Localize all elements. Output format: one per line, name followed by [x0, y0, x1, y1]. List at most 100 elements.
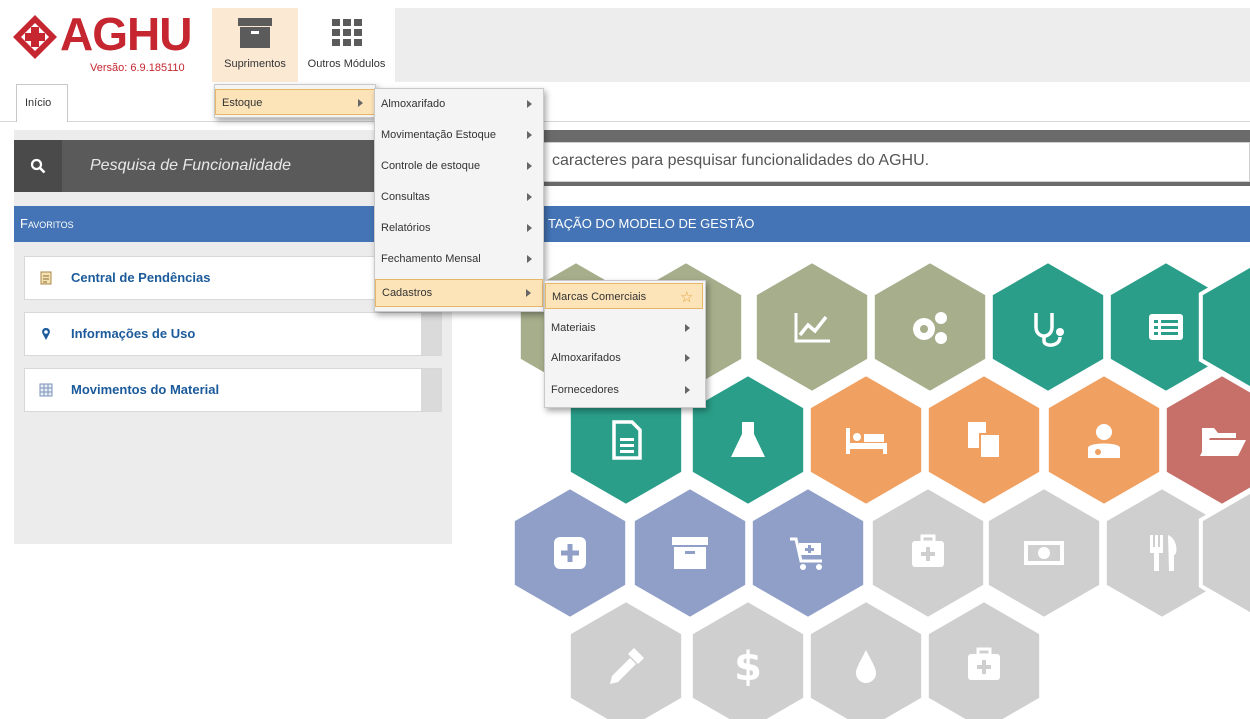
chevron-right-icon — [527, 255, 532, 263]
svg-text:$: $ — [734, 644, 762, 690]
module-label: Outros Módulos — [307, 58, 386, 70]
chevron-right-icon — [685, 386, 690, 394]
archive-box-icon — [238, 18, 272, 48]
hex-teal-edge-shape — [1198, 263, 1250, 391]
chevron-right-icon — [527, 131, 532, 139]
tab-bar: Início — [0, 82, 1250, 122]
hex-cart[interactable] — [748, 484, 868, 622]
chevron-right-icon — [685, 324, 690, 332]
hex-stethoscope-shape — [988, 258, 1108, 396]
menu-item-relatorios[interactable]: Relatórios — [375, 215, 543, 241]
clipboard-icon — [40, 271, 52, 285]
menu-item-materiais[interactable]: Materiais — [545, 315, 703, 341]
menu-item-label: Relatórios — [381, 222, 431, 234]
version-label: Versão: 6.9.185110 — [90, 62, 185, 74]
logo-cross-icon — [13, 15, 57, 59]
menu-item-fornecedores[interactable]: Fornecedores — [545, 377, 703, 403]
menu-item-marcas-comerciais[interactable]: Marcas Comerciais ☆ — [545, 283, 703, 309]
menu-item-cadastros[interactable]: Cadastros — [375, 279, 543, 307]
aghu-logo[interactable]: AGHU Versão: 6.9.185110 — [12, 8, 212, 74]
top-header: AGHU Versão: 6.9.185110 Suprimentos Outr… — [0, 0, 1250, 82]
hex-eyedropper-shape — [566, 597, 686, 719]
module-label: Suprimentos — [224, 58, 286, 70]
app-root: { "app": { "logo_text": "AGHU", "version… — [0, 0, 1250, 719]
hex-money[interactable] — [984, 484, 1104, 622]
hex-chart[interactable] — [752, 258, 872, 396]
menu-item-fechamento-mensal[interactable]: Fechamento Mensal — [375, 246, 543, 272]
menu-item-almoxarifados[interactable]: Almoxarifados — [545, 345, 703, 371]
hex-drop[interactable] — [806, 597, 926, 719]
favorite-item-movimentos-material[interactable]: Movimentos do Material — [24, 368, 442, 412]
list-icon — [1149, 314, 1183, 340]
menu-item-movimentacao-estoque[interactable]: Movimentação Estoque — [375, 122, 543, 148]
favorite-side-bar — [421, 369, 441, 411]
chevron-right-icon — [527, 193, 532, 201]
menu-item-label: Almoxarifado — [381, 98, 446, 110]
favorite-label: Movimentos do Material — [71, 382, 220, 397]
menu-item-estoque[interactable]: Estoque — [215, 89, 375, 115]
hex-archive[interactable] — [630, 484, 750, 622]
hex-medkit-2[interactable] — [924, 597, 1044, 719]
chevron-right-icon — [527, 100, 532, 108]
search-label: Pesquisa de Funcionalidade — [90, 157, 292, 174]
menu-item-label: Materiais — [551, 322, 596, 334]
hex-copy[interactable] — [924, 371, 1044, 509]
favorites-title: Favoritos — [20, 216, 74, 231]
menu-item-label: Movimentação Estoque — [381, 129, 496, 141]
favorite-item-informacoes-uso[interactable]: Informações de Uso — [24, 312, 442, 356]
hex-stethoscope[interactable] — [988, 258, 1108, 396]
favorite-label: Informações de Uso — [71, 326, 196, 341]
chevron-right-icon — [527, 224, 532, 232]
search-icon — [30, 158, 46, 174]
hex-gray-edge-shape — [1198, 489, 1250, 617]
hex-gears[interactable] — [870, 258, 990, 396]
menu-item-label: Cadastros — [382, 287, 433, 299]
archive-icon — [672, 537, 708, 569]
menu-level-1: Estoque — [214, 84, 376, 118]
menu-item-label: Fechamento Mensal — [381, 253, 481, 265]
management-title: tação do Modelo de Gestão — [548, 216, 755, 231]
hex-folder[interactable] — [1162, 371, 1250, 509]
favorite-side-bar — [421, 313, 441, 355]
hex-doctor[interactable] — [1044, 371, 1164, 509]
menu-item-controle-estoque[interactable]: Controle de estoque — [375, 153, 543, 179]
menu-item-almoxarifado[interactable]: Almoxarifado — [375, 91, 543, 117]
chevron-right-icon — [685, 354, 690, 362]
hex-medkit[interactable] — [868, 484, 988, 622]
menu-item-label: Fornecedores — [551, 384, 619, 396]
chevron-right-icon — [358, 99, 363, 107]
dollar-icon: $ — [734, 644, 762, 690]
hex-plus[interactable] — [510, 484, 630, 622]
logo-text: AGHU — [60, 8, 192, 60]
grid-icon — [331, 19, 362, 46]
hex-teal-edge[interactable] — [1198, 261, 1250, 393]
menu-item-label: Marcas Comerciais — [552, 291, 647, 303]
menu-level-2: Almoxarifado Movimentação Estoque Contro… — [374, 88, 544, 312]
hex-flask[interactable] — [688, 371, 808, 509]
module-outros-button[interactable]: Outros Módulos — [298, 8, 395, 82]
hex-eyedropper[interactable] — [566, 597, 686, 719]
search-button[interactable] — [14, 140, 62, 192]
favorite-label: Central de Pendências — [71, 270, 211, 285]
chevron-right-icon — [527, 162, 532, 170]
tab-inicio[interactable]: Início — [16, 84, 68, 122]
module-suprimentos-button[interactable]: Suprimentos — [212, 8, 298, 82]
hex-gray-edge[interactable] — [1198, 487, 1250, 619]
menu-item-consultas[interactable]: Consultas — [375, 184, 543, 210]
hex-bed[interactable] — [806, 371, 926, 509]
chevron-right-icon — [526, 289, 531, 297]
menu-item-label: Consultas — [381, 191, 430, 203]
menu-item-label: Almoxarifados — [551, 352, 621, 364]
spreadsheet-icon — [39, 383, 53, 397]
money-icon — [1024, 541, 1064, 565]
map-pin-icon — [42, 328, 50, 340]
menu-level-3: Marcas Comerciais ☆ Materiais Almoxarifa… — [544, 280, 706, 408]
star-icon[interactable]: ☆ — [680, 288, 693, 306]
menu-item-label: Controle de estoque — [381, 160, 481, 172]
menu-item-label: Estoque — [222, 97, 263, 109]
functionality-search-bar[interactable]: Pesquisa de Funcionalidade — [14, 140, 394, 192]
main-search-hint: caracteres para pesquisar funcionalidade… — [552, 152, 930, 169]
header-background — [395, 8, 1250, 82]
hex-dollar[interactable]: $ — [688, 597, 808, 719]
plus-square-icon — [554, 537, 586, 569]
